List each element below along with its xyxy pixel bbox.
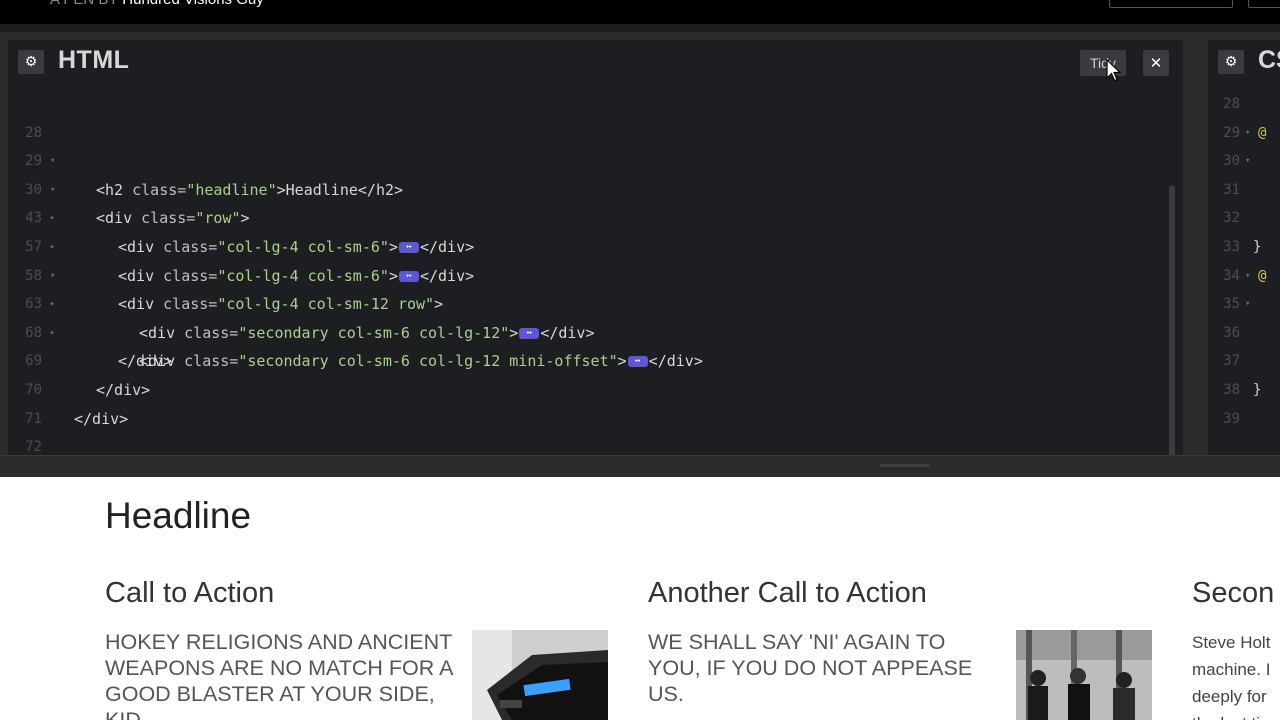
code-line: 69 </div>	[8, 319, 1168, 399]
line-number: 33	[1223, 238, 1240, 255]
preview-headline: Headline	[105, 495, 252, 536]
column-body: Steve Holt machine. I deeply for the las…	[1192, 629, 1280, 720]
html-code-area[interactable]: 28 ▾ <h2 class="headline">Headline</h2> …	[8, 90, 1168, 456]
fold-arrow-icon[interactable]: ▾	[1245, 290, 1250, 319]
preview-column: Another Call to Action WE SHALL SAY 'NI'…	[648, 577, 972, 706]
pen-author-name[interactable]: Hundred Visions Guy	[122, 0, 263, 8]
css-pane-header: ⚙ CS	[1208, 40, 1280, 86]
column-title: Call to Action	[105, 577, 275, 609]
pen-by-prefix: A PEN BY	[50, 0, 118, 8]
line-number: 32	[1223, 210, 1240, 227]
code-line: 71	[8, 376, 1168, 427]
code-line: 38}	[1208, 376, 1280, 405]
body-line: the last tim	[1192, 710, 1280, 720]
code-line: 33}	[1208, 233, 1280, 262]
fold-arrow-icon[interactable]: ▾	[1245, 147, 1250, 176]
column-body: HOKEY RELIGIONS AND ANCIENT WEAPONS ARE …	[105, 630, 453, 720]
code-text: @	[1258, 124, 1267, 141]
pane-separator[interactable]	[1183, 32, 1208, 463]
topbar-button[interactable]	[1248, 0, 1280, 8]
code-text: }	[1253, 381, 1262, 398]
line-number: 39	[1223, 410, 1240, 427]
line-number: 38	[1223, 381, 1240, 398]
code-line: 70 </div>	[8, 347, 1168, 428]
code-line: 68 </div>	[8, 290, 1168, 371]
code-line: 32	[1208, 204, 1280, 233]
css-editor-pane: ⚙ CS 28 29 ▾ @ 30 ▾ 31 32 33} 34 ▾ @ 35 ▾ 36 3…	[1208, 40, 1280, 462]
top-bar: A PEN BY Hundred Visions Guy	[0, 0, 1280, 24]
code-line: 35 ▾	[1208, 290, 1280, 319]
html-pane-header: ⚙ HTML Tidy ✕	[8, 40, 1183, 86]
code-line: 36	[1208, 319, 1280, 348]
code-text: @	[1258, 267, 1267, 284]
code-line: 29 ▾ @	[1208, 119, 1280, 148]
topbar-button[interactable]	[1109, 0, 1233, 8]
close-icon[interactable]: ✕	[1143, 50, 1169, 76]
code-line: 31	[1208, 176, 1280, 205]
code-line: 43 ▸ <div class="col-lg-4 col-sm-6"> ↔ </d…	[8, 176, 1168, 284]
thumbnail-image	[1016, 630, 1152, 720]
code-line: 28	[1208, 90, 1280, 119]
line-number: 29	[1223, 124, 1240, 141]
fold-arrow-icon[interactable]: ▾	[1245, 262, 1250, 291]
resize-grip-icon[interactable]	[880, 464, 930, 467]
html-pane-title: HTML	[58, 46, 130, 74]
code-line: 34 ▾ @	[1208, 262, 1280, 291]
body-line: deeply for	[1192, 687, 1267, 706]
line-number: 31	[1223, 181, 1240, 198]
pen-author-line: A PEN BY Hundred Visions Guy	[50, 0, 264, 8]
preview-column: Secon Steve Holt machine. I deeply for t…	[1192, 577, 1275, 720]
code-line: 30 ▸ <div class="col-lg-4 col-sm-6"> ↔ </d…	[8, 147, 1168, 256]
code-line: 57 ▾ <div class="col-lg-4 col-sm-12 row"…	[8, 204, 1168, 313]
code-line: 72	[8, 405, 1168, 455]
mouse-cursor-icon	[1106, 59, 1122, 82]
line-number: 28	[1223, 96, 1240, 112]
editors-area: ⚙ HTML Tidy ✕ 28 ▾ <h2 class="headline">…	[0, 24, 1280, 463]
gear-icon[interactable]: ⚙	[18, 50, 44, 74]
code-line: 58 ▸ <div class="secondary col-sm-6 col-…	[8, 233, 1168, 342]
code-line: 39	[1208, 405, 1280, 434]
preview-pane: Headline Call to Action HOKEY RELIGIONS …	[0, 477, 1280, 720]
line-number: 36	[1223, 324, 1240, 341]
gear-icon[interactable]: ⚙	[1218, 50, 1244, 74]
html-editor-pane: ⚙ HTML Tidy ✕ 28 ▾ <h2 class="headline">…	[8, 40, 1183, 462]
code-text: }	[1253, 238, 1262, 255]
column-title: Secon	[1192, 577, 1275, 609]
code-line: 63 ▸ <div class="secondary col-sm-6 col-…	[8, 262, 1168, 370]
column-body: WE SHALL SAY 'NI' AGAIN TO YOU, IF YOU D…	[648, 630, 973, 706]
preview-column: Call to Action HOKEY RELIGIONS AND ANCIE…	[105, 577, 452, 720]
editor-scrollbar[interactable]	[1169, 185, 1175, 462]
code-line: 37	[1208, 347, 1280, 376]
thumbnail-image	[472, 630, 608, 720]
panel-resizer[interactable]	[0, 455, 1280, 477]
code-line: 30 ▾	[1208, 147, 1280, 176]
fold-arrow-icon[interactable]: ▾	[1245, 119, 1250, 148]
line-number: 35	[1223, 296, 1240, 313]
body-line: machine. I	[1192, 660, 1271, 679]
line-number: 30	[1223, 153, 1240, 170]
column-title: Another Call to Action	[648, 577, 927, 609]
css-code-area[interactable]: 28 29 ▾ @ 30 ▾ 31 32 33} 34 ▾ @ 35 ▾ 36 37 38}…	[1208, 90, 1280, 433]
line-number: 37	[1223, 353, 1240, 370]
css-pane-title: CS	[1258, 46, 1280, 74]
line-number: 34	[1223, 267, 1240, 284]
body-line: Steve Holt	[1192, 633, 1271, 652]
code-line: 28 ▾ <h2 class="headline">Headline</h2>	[8, 90, 1168, 199]
code-line: 29 ▾ <div class="row">	[8, 119, 1168, 227]
